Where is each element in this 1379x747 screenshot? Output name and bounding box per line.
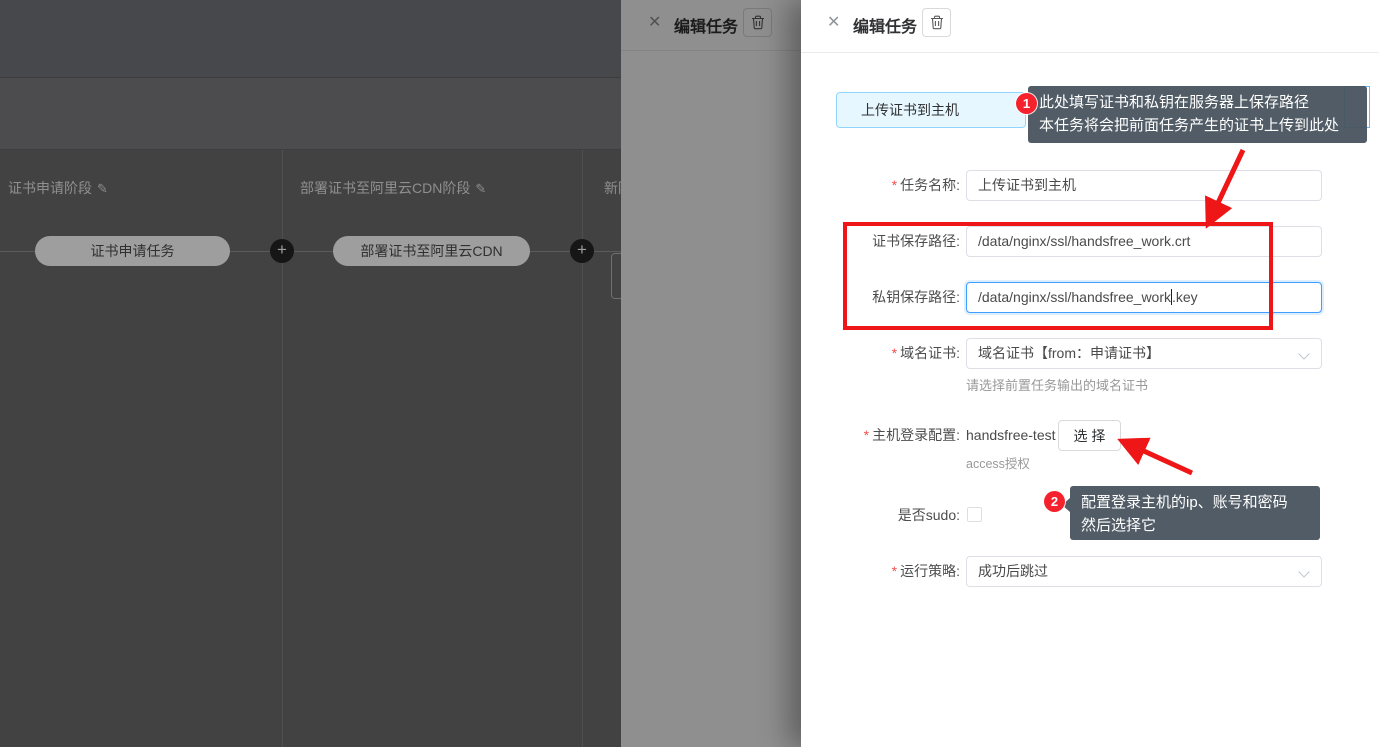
- task-name-input[interactable]: 上传证书到主机: [966, 170, 1322, 201]
- trash-icon: [930, 15, 944, 30]
- run-policy-select[interactable]: 成功后跳过: [966, 556, 1322, 587]
- add-stage-button[interactable]: +: [270, 239, 294, 263]
- annotation-badge-1: 1: [1016, 93, 1037, 114]
- tooltip-line: 然后选择它: [1081, 514, 1309, 537]
- stage-3-label: 新阶: [604, 180, 621, 196]
- domain-cert-select[interactable]: 域名证书【from：申请证书】: [966, 338, 1322, 369]
- drawer-title: 编辑任务: [853, 13, 917, 37]
- edit-stage-icon[interactable]: ✎: [97, 181, 108, 196]
- stage-title-1: 证书申请阶段 ✎: [8, 178, 108, 198]
- annotation-badge-2: 2: [1044, 491, 1065, 512]
- screen: 证书申请阶段 ✎ 部署证书至阿里云CDN阶段 ✎ 新阶 证书申请任务 部署证书至阿里…: [0, 0, 1379, 747]
- tooltip-line: 此处填写证书和私钥在服务器上保存路径: [1039, 91, 1356, 114]
- annotation-tooltip-2: 配置登录主机的ip、账号和密码 然后选择它: [1070, 486, 1320, 540]
- app-header: [0, 0, 621, 78]
- annotation-tooltip-1: 此处填写证书和私钥在服务器上保存路径 本任务将会把前面任务产生的证书上传到此处: [1028, 86, 1367, 143]
- chevron-down-icon: [1298, 566, 1309, 577]
- delete-task-button[interactable]: [922, 8, 951, 37]
- stage-1-label: 证书申请阶段: [8, 180, 92, 196]
- task-placeholder-box: [611, 253, 621, 299]
- stage-title-2: 部署证书至阿里云CDN阶段 ✎: [300, 178, 486, 198]
- task-pill-cert-request[interactable]: 证书申请任务: [35, 236, 230, 266]
- tooltip-line: 本任务将会把前面任务产生的证书上传到此处: [1039, 114, 1356, 137]
- pipeline-toolbar: [0, 78, 621, 150]
- stage-title-3: 新阶: [604, 178, 621, 198]
- annotation-rectangle: [843, 222, 1273, 330]
- edit-stage-icon[interactable]: ✎: [475, 181, 486, 196]
- add-stage-button[interactable]: +: [570, 239, 594, 263]
- pipeline-canvas: 证书申请阶段 ✎ 部署证书至阿里云CDN阶段 ✎ 新阶 证书申请任务 部署证书至阿里…: [0, 150, 621, 747]
- tooltip-line: 配置登录主机的ip、账号和密码: [1081, 491, 1309, 514]
- choose-host-button[interactable]: 选 择: [1058, 420, 1121, 451]
- drawer-header-divider: [801, 52, 1379, 53]
- task-pill-deploy-cdn[interactable]: 部署证书至阿里云CDN: [333, 236, 530, 266]
- stage-2-label: 部署证书至阿里云CDN阶段: [300, 180, 470, 196]
- chevron-down-icon: [1298, 348, 1309, 359]
- close-icon[interactable]: ✕: [827, 14, 840, 32]
- step-upload-cert-button[interactable]: 上传证书到主机: [836, 92, 1026, 128]
- sudo-checkbox[interactable]: [967, 507, 982, 522]
